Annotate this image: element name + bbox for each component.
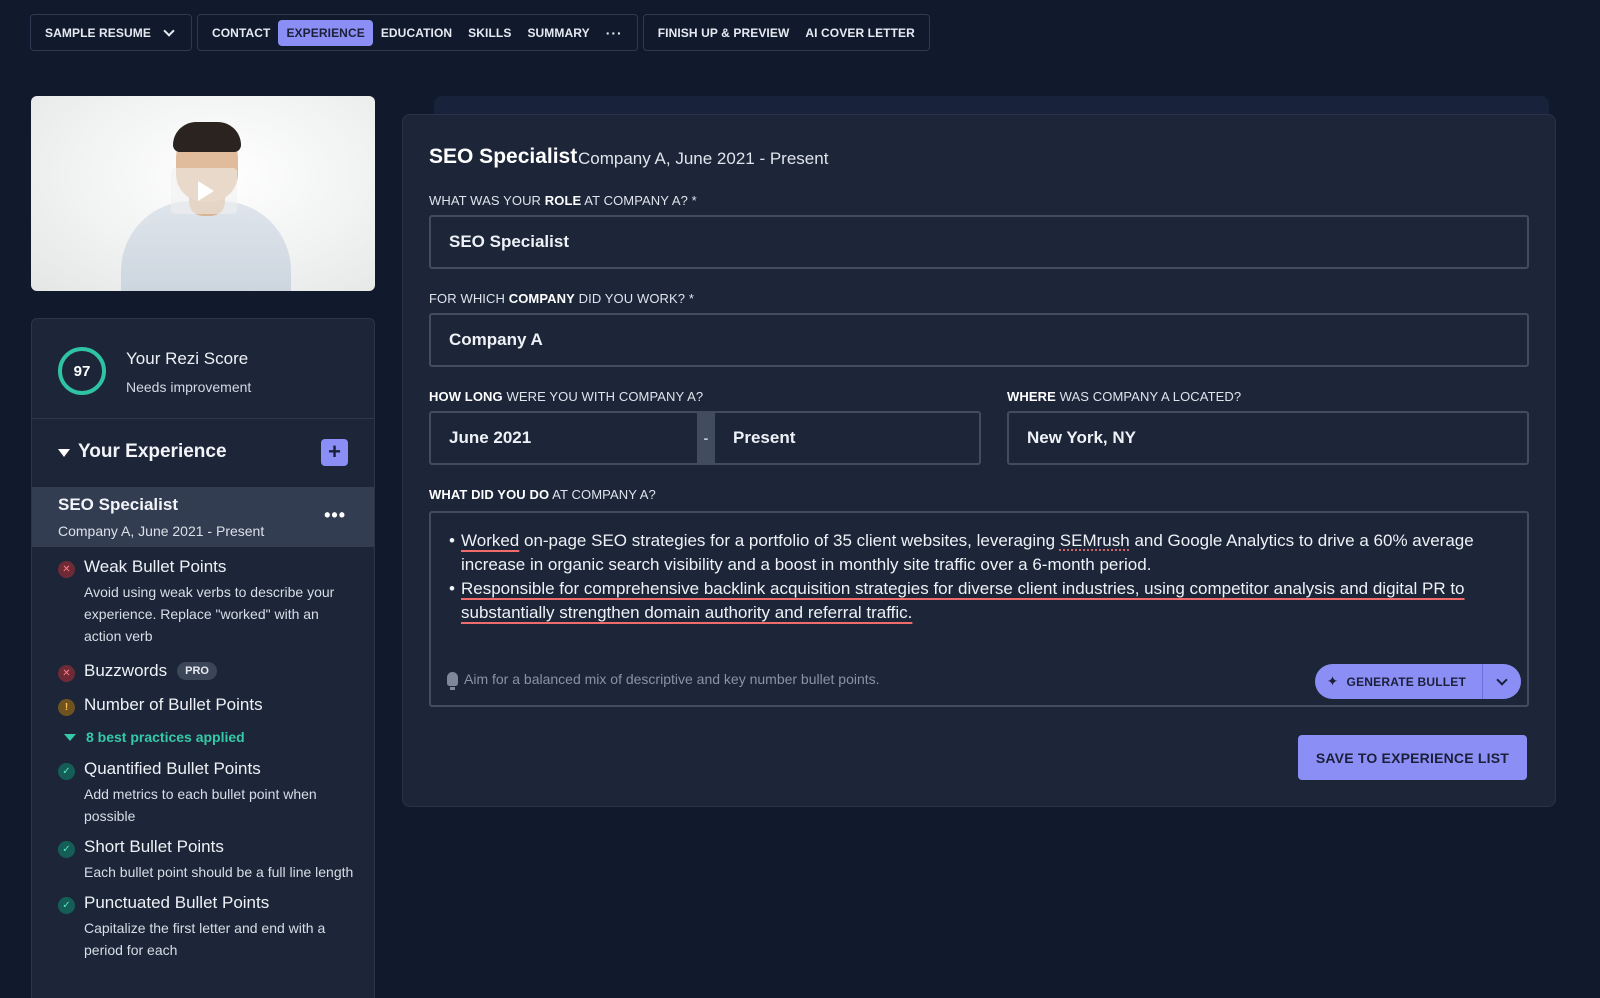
description-label: WHAT DID YOU DO AT COMPANY A? (429, 487, 656, 502)
score-status: Needs improvement (126, 379, 252, 395)
tab-education[interactable]: EDUCATION (373, 20, 460, 46)
warning-icon: ! (58, 699, 75, 716)
tab-experience[interactable]: EXPERIENCE (278, 19, 373, 46)
bullet-point[interactable]: Worked on-page SEO strategies for a port… (449, 529, 1503, 577)
date-separator: - (697, 413, 715, 463)
check-number-bullets[interactable]: ! Number of Bullet Points (32, 695, 374, 716)
tab-summary[interactable]: SUMMARY (519, 20, 597, 46)
tab-finish-preview[interactable]: FINISH UP & PREVIEW (650, 20, 798, 46)
more-tabs-icon[interactable]: ··· (598, 19, 631, 47)
tutorial-video[interactable] (31, 96, 375, 291)
finish-group: FINISH UP & PREVIEW AI COVER LETTER (642, 14, 930, 51)
more-options-icon[interactable]: ••• (324, 505, 346, 526)
form-title: SEO Specialist (429, 145, 578, 168)
check-description: Avoid using weak verbs to describe your … (84, 584, 335, 644)
caret-down-icon (64, 733, 76, 741)
check-title: Punctuated Bullet Points (84, 893, 270, 912)
form-subtitle: Company A, June 2021 - Present (578, 149, 829, 168)
add-experience-button[interactable]: + (321, 439, 348, 466)
check-title: Short Bullet Points (84, 837, 224, 856)
company-input[interactable]: Company A (429, 313, 1529, 367)
caret-down-icon (58, 449, 70, 457)
chevron-down-icon (1496, 673, 1508, 686)
resume-selector-group: SAMPLE RESUME (30, 14, 192, 51)
generate-bullet-label: GENERATE BULLET (1346, 674, 1466, 689)
start-date-input[interactable]: June 2021 (449, 413, 531, 463)
check-icon: ✓ (58, 897, 75, 914)
check-punctuated-bullets[interactable]: ✓ Punctuated Bullet Points Capitalize th… (32, 893, 374, 961)
check-title: Buzzwords (84, 661, 168, 680)
experience-form: SEO Specialist Company A, June 2021 - Pr… (402, 114, 1556, 807)
company-label: FOR WHICH COMPANY DID YOU WORK? * (429, 291, 695, 306)
description-textarea[interactable]: Worked on-page SEO strategies for a port… (429, 511, 1529, 707)
date-range: June 2021 - Present (429, 411, 981, 465)
check-buzzwords[interactable]: ✕ Buzzwords PRO (32, 661, 374, 682)
resume-selector-label: SAMPLE RESUME (45, 25, 151, 40)
tab-skills[interactable]: SKILLS (460, 20, 519, 46)
generate-bullet-button[interactable]: ✦ GENERATE BULLET (1314, 664, 1483, 699)
experience-item-title: SEO Specialist (58, 495, 178, 514)
check-title: Quantified Bullet Points (84, 759, 261, 778)
flagged-bullet-text[interactable]: Responsible for comprehensive backlink a… (461, 579, 1465, 622)
experience-title: Your Experience (78, 441, 227, 462)
location-input[interactable]: New York, NY (1007, 411, 1529, 465)
play-icon (198, 181, 214, 201)
best-practices-toggle[interactable]: 8 best practices applied (32, 729, 374, 745)
error-icon: ✕ (58, 561, 75, 578)
experience-header[interactable]: Your Experience + (32, 419, 374, 487)
lightbulb-icon (447, 672, 458, 690)
check-icon: ✓ (58, 763, 75, 780)
section-tabs: CONTACT EXPERIENCE EDUCATION SKILLS SUMM… (196, 14, 638, 51)
tab-ai-cover-letter[interactable]: AI COVER LETTER (797, 20, 923, 46)
flagged-weak-verb[interactable]: Worked (461, 531, 519, 550)
check-title: Weak Bullet Points (84, 557, 227, 576)
check-weak-bullets[interactable]: ✕ Weak Bullet Points Avoid using weak ve… (32, 557, 374, 647)
role-label: WHAT WAS YOUR ROLE AT COMPANY A? * (429, 193, 697, 208)
duration-label: HOW LONG WERE YOU WITH COMPANY A? (429, 389, 704, 404)
score-title: Your Rezi Score (126, 349, 249, 368)
check-description: Each bullet point should be a full line … (84, 864, 354, 880)
card-stack-shadow (434, 96, 1549, 116)
rezi-score: 97 Your Rezi Score Needs improvement (32, 319, 374, 419)
check-title: Number of Bullet Points (84, 695, 263, 714)
pro-badge: PRO (177, 662, 217, 680)
writing-hint: Aim for a balanced mix of descriptive an… (447, 671, 880, 690)
experience-item-subtitle: Company A, June 2021 - Present (58, 523, 265, 539)
check-icon: ✓ (58, 841, 75, 858)
check-quantified-bullets[interactable]: ✓ Quantified Bullet Points Add metrics t… (32, 759, 374, 827)
experience-list-item[interactable]: SEO Specialist Company A, June 2021 - Pr… (32, 487, 374, 547)
save-to-experience-button[interactable]: SAVE TO EXPERIENCE LIST (1297, 735, 1527, 780)
hint-text: Aim for a balanced mix of descriptive an… (464, 671, 880, 687)
generate-bullet-group: ✦ GENERATE BULLET (1314, 664, 1521, 699)
bullet-point[interactable]: Responsible for comprehensive backlink a… (449, 577, 1503, 625)
spellcheck-word[interactable]: SEMrush (1060, 531, 1130, 550)
sparkle-icon: ✦ (1326, 673, 1339, 689)
resume-selector[interactable]: SAMPLE RESUME (37, 20, 181, 46)
generate-options-dropdown[interactable] (1483, 664, 1521, 699)
check-description: Add metrics to each bullet point when po… (84, 786, 317, 824)
score-panel: 97 Your Rezi Score Needs improvement You… (31, 318, 375, 998)
chevron-down-icon (163, 24, 175, 37)
best-practices-label: 8 best practices applied (86, 729, 245, 745)
location-label: WHERE WAS COMPANY A LOCATED? (1007, 389, 1242, 404)
error-icon: ✕ (58, 665, 75, 682)
end-date-input[interactable]: Present (733, 413, 795, 463)
tab-contact[interactable]: CONTACT (204, 20, 278, 46)
score-ring: 97 (58, 347, 106, 395)
play-button[interactable] (171, 168, 237, 214)
check-description: Capitalize the first letter and end with… (84, 920, 326, 958)
check-short-bullets[interactable]: ✓ Short Bullet Points Each bullet point … (32, 837, 374, 883)
role-input[interactable]: SEO Specialist (429, 215, 1529, 269)
bullet-list: Worked on-page SEO strategies for a port… (449, 529, 1503, 625)
top-navigation: SAMPLE RESUME CONTACT EXPERIENCE EDUCATI… (30, 14, 930, 51)
